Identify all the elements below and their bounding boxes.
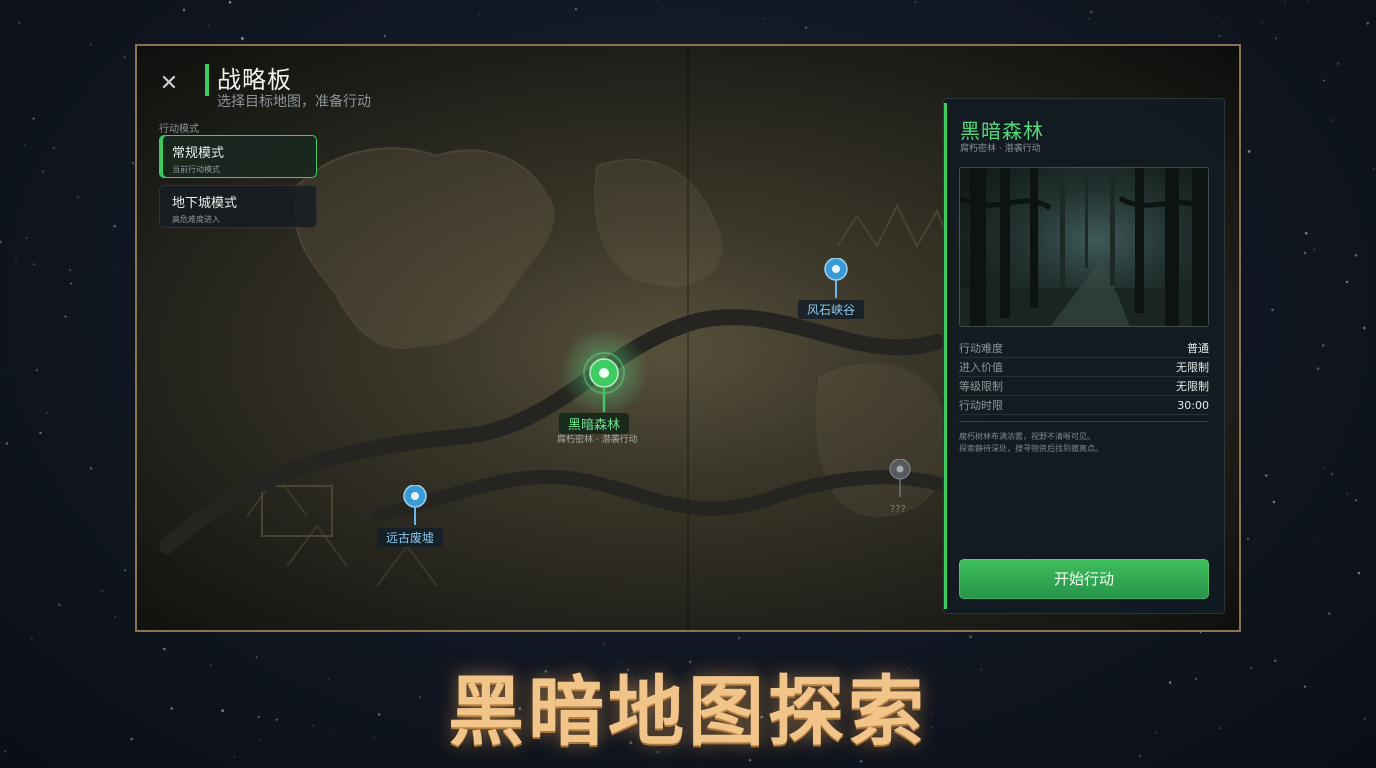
continent-north [294, 147, 555, 349]
stat-row: 进入价值 无限制 [959, 358, 1209, 377]
stat-value: 无限制 [1176, 380, 1209, 393]
location-detail-panel: 黑暗森林 腐朽密林 · 潜袭行动 行动难度 普通 进入价值 无限制 等级限制 无… [943, 98, 1225, 614]
location-label-fengshi[interactable]: 风石峡谷 [798, 300, 865, 319]
location-label-yuangu[interactable]: 远古废墟 [377, 528, 444, 547]
mode-section-label: 行动模式 [159, 124, 199, 135]
location-pin-heian[interactable] [583, 352, 625, 412]
detail-subtitle: 腐朽密林 · 潜袭行动 [960, 144, 1041, 154]
detail-title: 黑暗森林 [960, 119, 1044, 143]
ruin-temple-drawing [261, 485, 333, 537]
stat-row: 行动难度 普通 [959, 339, 1209, 358]
stat-row: 等级限制 无限制 [959, 377, 1209, 396]
strategy-board-window: ✕ 战略板 选择目标地图，准备行动 行动模式 常规模式 当前行动模式 地下城模式… [135, 44, 1241, 632]
location-preview-image [959, 167, 1209, 327]
location-pin-yuangu[interactable] [402, 484, 428, 527]
page-subtitle: 选择目标地图，准备行动 [217, 94, 371, 110]
mode-normal-card[interactable]: 常规模式 当前行动模式 [159, 135, 317, 178]
detail-stats-table: 行动难度 普通 进入价值 无限制 等级限制 无限制 行动时限 30:00 [959, 339, 1209, 415]
page-title: 战略板 [217, 66, 292, 94]
stat-key: 等级限制 [959, 380, 1003, 393]
continent-east-island [594, 159, 724, 289]
detail-description: 腐朽树林布满浓雾，视野不清晰可见。 探索静待深处，搜寻物资后找到撤离点。 [959, 431, 1209, 455]
location-sub-heian: 腐朽密林 · 潜袭行动 [557, 435, 638, 445]
stat-value: 30:00 [1177, 399, 1209, 412]
stat-value: 普通 [1187, 342, 1209, 355]
continent-southeast [814, 361, 950, 517]
stat-value: 无限制 [1176, 361, 1209, 374]
map-pin-locked-icon [889, 458, 911, 497]
mode-desc: 高危难度进入 [172, 215, 220, 224]
close-button[interactable]: ✕ [157, 72, 181, 96]
map-pin-icon [403, 484, 427, 525]
description-line: 探索静待深处，搜寻物资后找到撤离点。 [959, 444, 1103, 453]
stat-key: 行动时限 [959, 399, 1003, 412]
map-pin-icon [824, 257, 848, 298]
mode-desc: 当前行动模式 [172, 165, 220, 174]
dark-forest-illustration [960, 168, 1208, 326]
stat-row: 行动时限 30:00 [959, 396, 1209, 415]
location-label-unknown[interactable]: ??? [890, 504, 906, 515]
mode-dungeon-card[interactable]: 地下城模式 高危难度进入 [159, 185, 317, 228]
start-mission-button[interactable]: 开始行动 [959, 559, 1209, 599]
mountains-northeast [836, 203, 948, 249]
location-label-heian[interactable]: 黑暗森林 [559, 413, 630, 434]
panel-accent-bar [944, 103, 947, 609]
banner-title: 黑暗地图探索 [448, 667, 928, 756]
mode-title: 地下城模式 [172, 196, 238, 211]
stat-key: 行动难度 [959, 342, 1003, 355]
title-accent-bar [205, 64, 209, 96]
location-pin-unknown[interactable] [889, 458, 911, 499]
mode-title: 常规模式 [172, 146, 225, 161]
map-pin-selected-icon [583, 352, 625, 412]
description-line: 腐朽树林布满浓雾，视野不清晰可见。 [959, 432, 1095, 441]
stat-key: 进入价值 [959, 361, 1003, 374]
divider [959, 421, 1209, 422]
location-pin-fengshi[interactable] [823, 257, 849, 300]
